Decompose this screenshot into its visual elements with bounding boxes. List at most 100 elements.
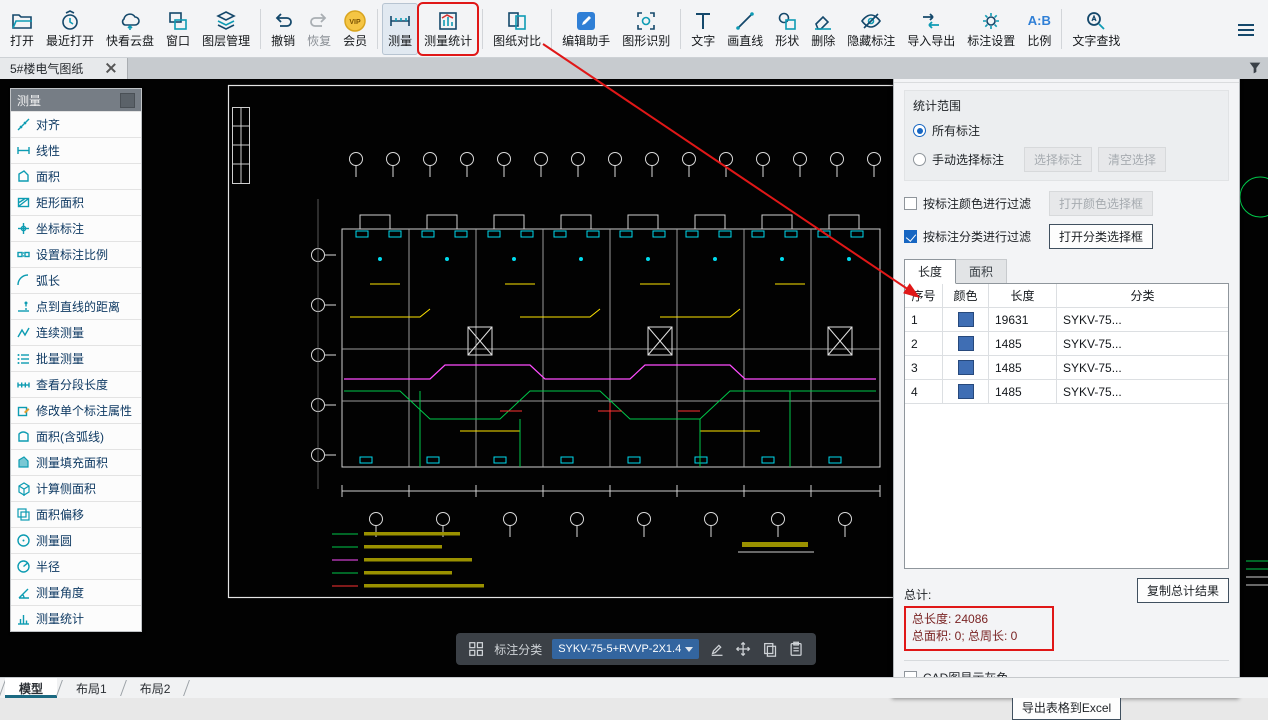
measure-item-scale-setting[interactable]: 设置标注比例 xyxy=(11,241,141,267)
radio-all-annotations[interactable]: 所有标注 xyxy=(913,122,1220,139)
undo-button[interactable]: 撤销 xyxy=(265,3,301,55)
recent-open-button[interactable]: 最近打开 xyxy=(40,3,100,55)
filter-button[interactable] xyxy=(1242,57,1268,79)
table-row[interactable]: 1 19631 SYKV-75... xyxy=(905,308,1228,332)
toolbar-label: 画直线 xyxy=(727,35,763,48)
annotation-settings-button[interactable]: 标注设置 xyxy=(961,3,1021,55)
drawing-compare-button[interactable]: 图纸对比 xyxy=(487,3,547,55)
measure-item-batch[interactable]: 批量测量 xyxy=(11,345,141,371)
color-swatch xyxy=(958,384,974,399)
measure-item-edit-annotation[interactable]: 修改单个标注属性 xyxy=(11,397,141,423)
open-class-picker-button[interactable]: 打开分类选择框 xyxy=(1049,224,1153,249)
menu-button[interactable] xyxy=(1230,0,1262,60)
tab-close-icon[interactable] xyxy=(105,62,117,74)
layout-tab-model[interactable]: 模型 xyxy=(5,678,57,698)
measure-stats-button[interactable]: 测量统计 xyxy=(418,3,478,55)
measure-item-label: 查看分段长度 xyxy=(36,376,108,393)
scale-button[interactable]: A:B 比例 xyxy=(1021,3,1057,55)
vip-member-button[interactable]: VIP 会员 xyxy=(337,3,373,55)
tab-area[interactable]: 面积 xyxy=(956,259,1007,284)
copy-totals-button[interactable]: 复制总计结果 xyxy=(1137,578,1229,603)
toolbar-label: 打开 xyxy=(10,35,34,48)
redo-button[interactable]: 恢复 xyxy=(301,3,337,55)
cloud-disk-button[interactable]: 快看云盘 xyxy=(100,3,160,55)
measure-panel-header[interactable]: 测量 xyxy=(11,89,141,111)
measure-item-align[interactable]: 对齐 xyxy=(11,111,141,137)
paste-clipboard-icon[interactable] xyxy=(788,640,804,658)
measure-item-linear[interactable]: 线性 xyxy=(11,137,141,163)
radio-manual-select[interactable]: 手动选择标注 选择标注 清空选择 xyxy=(913,147,1220,172)
draw-line-button[interactable]: 画直线 xyxy=(721,3,769,55)
radio-manual-label: 手动选择标注 xyxy=(932,151,1004,168)
measure-item-area-offset[interactable]: 面积偏移 xyxy=(11,501,141,527)
shapes-icon xyxy=(775,9,799,33)
circle-icon xyxy=(16,533,31,548)
measure-item-label: 测量统计 xyxy=(36,610,84,627)
radio-unselected-icon[interactable] xyxy=(913,153,926,166)
toolbar-label: 快看云盘 xyxy=(106,35,154,48)
select-annotation-button[interactable]: 选择标注 xyxy=(1024,147,1092,172)
collapse-icon[interactable] xyxy=(120,93,135,108)
export-excel-button[interactable]: 导出表格到Excel xyxy=(1012,695,1121,720)
total-area-perimeter-value: 总面积: 0; 总周长: 0 xyxy=(912,628,1044,645)
layout-tab-2[interactable]: 布局2 xyxy=(126,678,185,698)
radio-selected-icon[interactable] xyxy=(913,124,926,137)
measure-item-rect-area[interactable]: 矩形面积 xyxy=(11,189,141,215)
text-button[interactable]: 文字 xyxy=(685,3,721,55)
measure-item-area[interactable]: 面积 xyxy=(11,163,141,189)
edit-pencil-icon[interactable] xyxy=(709,640,725,658)
measure-item-continuous[interactable]: 连续测量 xyxy=(11,319,141,345)
measure-item-angle[interactable]: 测量角度 xyxy=(11,579,141,605)
measure-item-label: 面积 xyxy=(36,168,60,185)
measure-item-point-line-distance[interactable]: 点到直线的距离 xyxy=(11,293,141,319)
hide-annotations-button[interactable]: 隐藏标注 xyxy=(841,3,901,55)
measure-item-arc-length[interactable]: 弧长 xyxy=(11,267,141,293)
linear-icon xyxy=(16,143,31,158)
measure-item-circle[interactable]: 测量圆 xyxy=(11,527,141,553)
tab-length[interactable]: 长度 xyxy=(904,259,956,284)
delete-button[interactable]: 删除 xyxy=(805,3,841,55)
measure-item-coordinate[interactable]: 坐标标注 xyxy=(11,215,141,241)
class-filter-checkbox[interactable] xyxy=(904,230,917,243)
area-arc-icon xyxy=(16,429,31,444)
measure-item-fill-area[interactable]: 测量填充面积 xyxy=(11,449,141,475)
layout-tab-1[interactable]: 布局1 xyxy=(62,678,121,698)
color-filter-checkbox[interactable] xyxy=(904,197,917,210)
table-row[interactable]: 4 1485 SYKV-75... xyxy=(905,380,1228,404)
open-button[interactable]: 打开 xyxy=(4,3,40,55)
measure-item-segment-length[interactable]: 查看分段长度 xyxy=(11,371,141,397)
measure-item-radius[interactable]: 半径 xyxy=(11,553,141,579)
layout-tab-bar: 模型 布局1 布局2 xyxy=(0,677,1268,698)
range-group-label: 统计范围 xyxy=(913,97,1220,114)
window-button[interactable]: 窗口 xyxy=(160,3,196,55)
measure-item-statistics[interactable]: 测量统计 xyxy=(11,605,141,631)
import-export-button[interactable]: 导入导出 xyxy=(901,3,961,55)
measure-item-label: 计算侧面积 xyxy=(36,480,96,497)
measure-item-label: 修改单个标注属性 xyxy=(36,402,132,419)
redo-icon xyxy=(307,9,331,33)
shape-recognition-button[interactable]: 图形识别 xyxy=(616,3,676,55)
move-icon[interactable] xyxy=(735,640,751,658)
clear-selection-button[interactable]: 清空选择 xyxy=(1098,147,1166,172)
shapes-button[interactable]: 形状 xyxy=(769,3,805,55)
measure-item-area-with-arc[interactable]: 面积(含弧线) xyxy=(11,423,141,449)
measure-item-side-area[interactable]: 计算侧面积 xyxy=(11,475,141,501)
shape-recognition-icon xyxy=(634,9,658,33)
measure-item-label: 测量角度 xyxy=(36,584,84,601)
measure-item-label: 设置标注比例 xyxy=(36,246,108,263)
table-row[interactable]: 2 1485 SYKV-75... xyxy=(905,332,1228,356)
radio-all-label: 所有标注 xyxy=(932,122,980,139)
document-tab[interactable]: 5#楼电气图纸 xyxy=(0,57,128,79)
annotation-class-dropdown[interactable]: SYKV-75-5+RVVP-2X1.4 xyxy=(552,639,699,659)
open-color-picker-button[interactable]: 打开颜色选择框 xyxy=(1049,191,1153,216)
measure-button[interactable]: 测量 xyxy=(382,3,418,55)
text-search-button[interactable]: 文字查找 xyxy=(1066,3,1126,55)
edit-assistant-button[interactable]: 编辑助手 xyxy=(556,3,616,55)
ruler-icon xyxy=(388,9,412,33)
layer-manager-button[interactable]: 图层管理 xyxy=(196,3,256,55)
toolbar-label: 形状 xyxy=(775,35,799,48)
toolbar-separator xyxy=(1061,9,1062,49)
copy-icon[interactable] xyxy=(762,640,778,658)
toolbar-label: 图纸对比 xyxy=(493,35,541,48)
table-row[interactable]: 3 1485 SYKV-75... xyxy=(905,356,1228,380)
